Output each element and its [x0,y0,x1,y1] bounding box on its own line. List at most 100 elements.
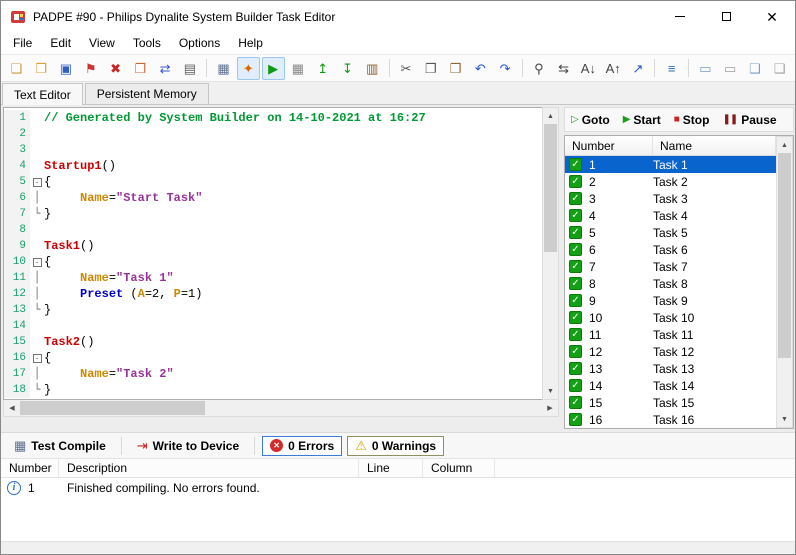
result-row-1[interactable]: i 1 Finished compiling. No errors found. [1,478,795,498]
fold-collapse-icon[interactable]: - [32,353,42,363]
edit-document-button[interactable]: ⚑ [79,57,102,80]
task-row-8[interactable]: ✓ 8 Task 8 [565,275,776,292]
task-column-header-name[interactable]: Name [653,136,776,155]
code-text[interactable] [44,142,542,158]
start-button[interactable]: ▶ Start [623,113,661,127]
pause-button[interactable]: ❚❚ Pause [722,113,776,127]
transfer-button[interactable]: ⇄ [154,57,177,80]
task-row-11[interactable]: ✓ 11 Task 11 [565,326,776,343]
compile-button[interactable]: ✦ [236,56,260,80]
delete-button[interactable]: ✖ [104,57,127,80]
note-off-button[interactable]: ❑ [768,57,791,80]
task-row-4[interactable]: ✓ 4 Task 4 [565,207,776,224]
menu-item-file[interactable]: File [4,32,41,54]
paste-button[interactable]: ❒ [444,57,467,80]
task-vscroll-thumb[interactable] [778,153,791,358]
menu-item-view[interactable]: View [80,32,124,54]
open-folder-button[interactable]: ❒ [30,57,53,80]
menu-item-tools[interactable]: Tools [124,32,170,54]
task-row-1[interactable]: ✓ 1 Task 1 [565,156,776,173]
menu-item-edit[interactable]: Edit [41,32,80,54]
code-text[interactable]: Name="Task 1" [44,270,542,286]
scroll-down-icon[interactable]: ▼ [543,383,558,399]
maximize-button[interactable] [703,1,749,32]
task-row-14[interactable]: ✓ 14 Task 14 [565,377,776,394]
task-scroll-down-icon[interactable]: ▼ [777,411,792,427]
task-row-10[interactable]: ✓ 10 Task 10 [565,309,776,326]
task-row-5[interactable]: ✓ 5 Task 5 [565,224,776,241]
minimize-button[interactable] [657,1,703,32]
save-button[interactable]: ▣ [55,57,78,80]
fold-collapse-icon[interactable]: - [32,257,42,267]
comment-button[interactable]: ▭ [694,57,717,80]
print-button[interactable]: ▤ [178,57,201,80]
task-grid-button[interactable]: ▦ [212,57,235,80]
test-compile-button[interactable]: ▦ Test Compile [6,436,114,456]
code-text[interactable]: // Generated by System Builder on 14-10-… [44,110,542,126]
fold-collapse-icon[interactable]: - [32,177,42,187]
editor-vscroll-thumb[interactable] [544,124,557,252]
find-previous-button[interactable]: A↑ [602,57,625,80]
task-row-6[interactable]: ✓ 6 Task 6 [565,241,776,258]
editor-hscroll-thumb[interactable] [20,401,205,415]
code-text[interactable] [44,222,542,238]
results-column-header-description[interactable]: Description [59,459,359,477]
menu-item-help[interactable]: Help [229,32,272,54]
find-button[interactable]: ⚲ [527,57,550,80]
task-row-16[interactable]: ✓ 16 Task 16 [565,411,776,428]
redo-button[interactable]: ↷ [494,57,517,80]
memory-grid-button[interactable]: ▦ [287,57,310,80]
editor-hscrollbar[interactable]: ◀ ▶ [3,400,559,417]
task-vscroll-track[interactable] [777,153,792,411]
task-row-9[interactable]: ✓ 9 Task 9 [565,292,776,309]
task-row-15[interactable]: ✓ 15 Task 15 [565,394,776,411]
code-text[interactable]: Task2() [44,334,542,350]
task-row-12[interactable]: ✓ 12 Task 12 [565,343,776,360]
results-column-header-column[interactable]: Column [423,459,495,477]
code-text[interactable]: } [44,206,542,222]
task-scroll-up-icon[interactable]: ▲ [777,137,792,153]
download-device-button[interactable]: ↧ [336,57,359,80]
editor-lines[interactable]: 1 // Generated by System Builder on 14-10… [3,107,542,400]
code-text[interactable]: Name="Task 2" [44,366,542,382]
goto-line-button[interactable]: ↗ [627,57,650,80]
results-column-header-number[interactable]: Number [1,459,59,477]
scroll-up-icon[interactable]: ▲ [543,108,558,124]
task-row-7[interactable]: ✓ 7 Task 7 [565,258,776,275]
replace-button[interactable]: ⇆ [552,57,575,80]
write-to-device-button[interactable]: ⇥ Write to Device [129,436,247,456]
task-row-2[interactable]: ✓ 2 Task 2 [565,173,776,190]
editor-vscrollbar[interactable]: ▲ ▼ [542,107,559,400]
results-column-header-line[interactable]: Line [359,459,423,477]
task-vscrollbar[interactable]: ▲ ▼ [776,136,793,428]
uncomment-button[interactable]: ▭ [719,57,742,80]
scroll-right-icon[interactable]: ▶ [542,400,558,416]
tab-text-editor[interactable]: Text Editor [2,83,83,105]
scroll-left-icon[interactable]: ◀ [4,400,20,416]
code-text[interactable]: } [44,382,542,398]
code-text[interactable]: { [44,174,542,190]
menu-item-options[interactable]: Options [170,32,229,54]
code-text[interactable] [44,126,542,142]
code-text[interactable]: Task1() [44,238,542,254]
copy-page-button[interactable]: ❐ [129,57,152,80]
title-bar[interactable]: PADPE #90 - Philips Dynalite System Buil… [1,1,795,32]
code-text[interactable]: Startup1() [44,158,542,174]
0-errors-button[interactable]: ✕ 0 Errors [262,435,343,456]
tab-persistent-memory[interactable]: Persistent Memory [84,83,209,104]
code-text[interactable] [44,318,542,334]
library-button[interactable]: ▥ [361,57,384,80]
code-text[interactable]: { [44,350,542,366]
undo-button[interactable]: ↶ [469,57,492,80]
code-text[interactable]: } [44,302,542,318]
code-text[interactable]: Name="Start Task" [44,190,542,206]
task-row-13[interactable]: ✓ 13 Task 13 [565,360,776,377]
note-button[interactable]: ❑ [744,57,767,80]
stop-button[interactable]: ■ Stop [674,113,710,127]
code-text[interactable]: Preset (A=2, P=1) [44,286,542,302]
goto-button[interactable]: ▷ Goto [571,113,610,127]
upload-device-button[interactable]: ↥ [311,57,334,80]
find-next-button[interactable]: A↓ [577,57,600,80]
new-file-button[interactable]: ❏ [5,57,28,80]
close-button[interactable]: ✕ [749,1,795,32]
